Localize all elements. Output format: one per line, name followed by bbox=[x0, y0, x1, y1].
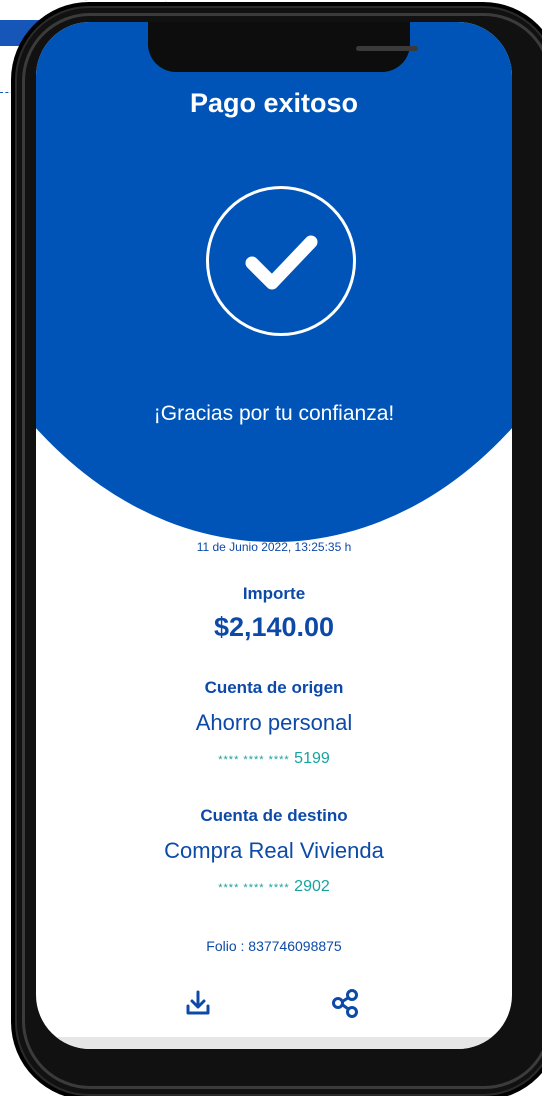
destination-account-number: **** **** **** 2902 bbox=[36, 878, 512, 896]
screen-bottom-bar bbox=[36, 1037, 512, 1049]
phone-screen: Pago exitoso ¡Gracias por tu confianza! … bbox=[36, 22, 512, 1049]
origin-account-mask: **** **** **** bbox=[218, 754, 290, 766]
origin-account-number: **** **** **** 5199 bbox=[36, 750, 512, 768]
phone-notch bbox=[148, 22, 418, 72]
amount-value: $2,140.00 bbox=[213, 612, 335, 642]
destination-account-mask: **** **** **** bbox=[218, 882, 290, 894]
download-icon bbox=[186, 990, 210, 1015]
page-title: Pago exitoso bbox=[189, 88, 359, 118]
success-check-icon bbox=[206, 186, 356, 336]
destination-account-label: Cuenta de destino bbox=[200, 806, 348, 825]
transaction-date: 11 de Junio 2022, 13:25:35 h bbox=[196, 540, 352, 554]
origin-account-last4: 5199 bbox=[294, 750, 330, 767]
thanks-message: ¡Gracias por tu confianza! bbox=[153, 402, 395, 425]
destination-account-name: Compra Real Vivienda bbox=[164, 838, 384, 863]
origin-account-label: Cuenta de origen bbox=[204, 678, 344, 697]
download-button[interactable] bbox=[181, 986, 215, 1020]
amount-label: Importe bbox=[242, 584, 306, 603]
destination-account-last4: 2902 bbox=[294, 878, 330, 895]
share-icon bbox=[332, 989, 358, 1018]
folio-number: Folio : 837746098875 bbox=[206, 938, 342, 954]
share-button[interactable] bbox=[328, 986, 362, 1020]
notch-speaker bbox=[356, 46, 418, 51]
origin-account-name: Ahorro personal bbox=[195, 710, 353, 735]
